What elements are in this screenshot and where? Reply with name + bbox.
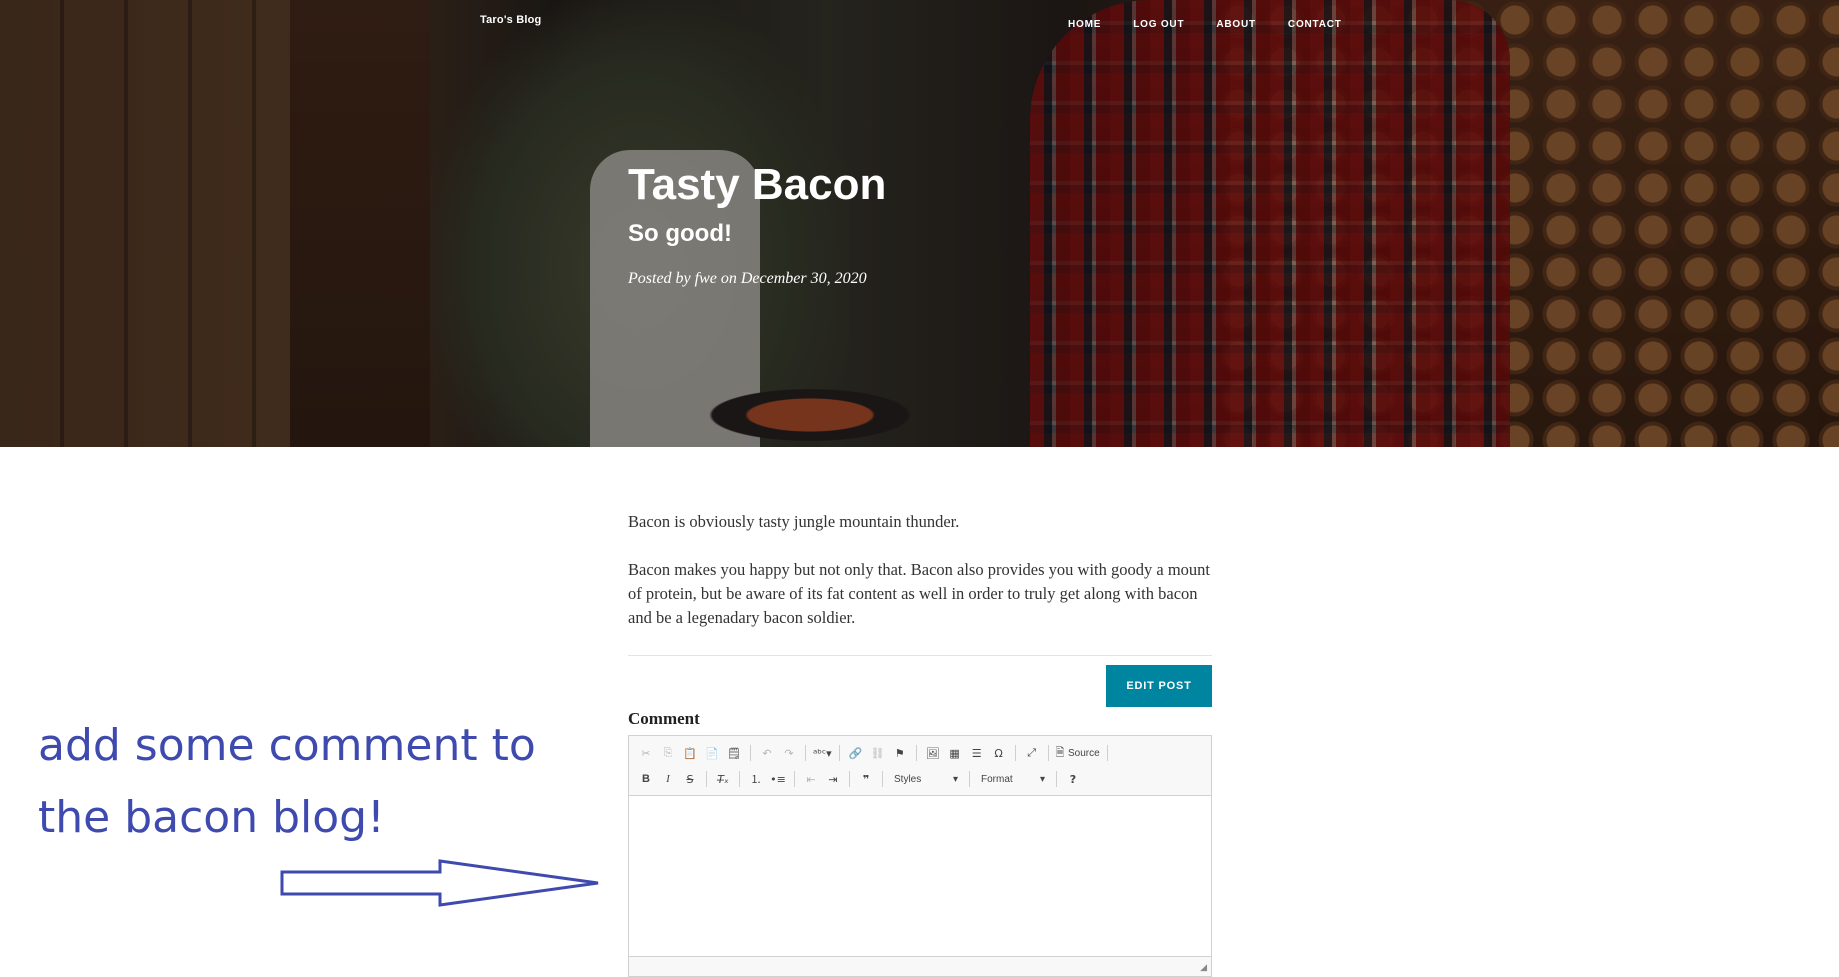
help-icon[interactable]: ? [1064, 769, 1082, 789]
toolbar-row-1: ✂ ⎘ 📋 📄 🗒 ↶ ↷ ᵃᵇᶜ▾ 🔗 ⛓ ⚑ 🖼 ▦ ☰ Ω ⤢ 🗎 Sou… [637, 740, 1203, 766]
toolbar-separator [1047, 745, 1049, 761]
undo-icon[interactable]: ↶ [758, 743, 776, 763]
nav-about-link[interactable]: ABOUT [1216, 19, 1256, 30]
blockquote-icon[interactable]: ❞ [857, 769, 875, 789]
post-content: Bacon is obviously tasty jungle mountain… [628, 510, 1212, 654]
maximize-icon[interactable]: ⤢ [1023, 743, 1041, 763]
chevron-down-icon: ▾ [1039, 773, 1045, 785]
toolbar-separator [1106, 745, 1108, 761]
edit-post-button[interactable]: EDIT POST [1106, 665, 1212, 707]
toolbar-separator [805, 745, 806, 761]
format-dropdown[interactable]: Format ▾ [977, 769, 1049, 789]
post-header-hero: Taro's Blog HOME LOG OUT ABOUT CONTACT T… [0, 0, 1839, 447]
annotation-line-1: add some comment to [38, 720, 536, 771]
annotation-line-2: the bacon blog! [38, 792, 385, 843]
editor-status-bar: ◢ [629, 956, 1211, 976]
remove-format-icon[interactable]: T̶ₓ [714, 769, 732, 789]
special-char-icon[interactable]: Ω [990, 743, 1008, 763]
hero-overlay [0, 0, 1839, 447]
editor-toolbar: ✂ ⎘ 📋 📄 🗒 ↶ ↷ ᵃᵇᶜ▾ 🔗 ⛓ ⚑ 🖼 ▦ ☰ Ω ⤢ 🗎 Sou… [629, 736, 1211, 796]
spellcheck-icon[interactable]: ᵃᵇᶜ▾ [813, 743, 832, 763]
post-title: Tasty Bacon [628, 160, 887, 209]
source-icon: 🗎 [1055, 745, 1065, 759]
paste-word-icon[interactable]: 🗒 [725, 743, 743, 763]
toolbar-separator [882, 771, 883, 787]
toolbar-separator [969, 771, 970, 787]
horizontal-line-icon[interactable]: ☰ [968, 743, 986, 763]
nav-contact-link[interactable]: CONTACT [1288, 19, 1342, 30]
content-divider [628, 655, 1212, 656]
toolbar-row-2: B I S T̶ₓ ⒈ •≡ ⇤ ⇥ ❞ Styles ▾ Format ▾ ? [637, 766, 1203, 792]
site-brand-link[interactable]: Taro's Blog [480, 14, 541, 26]
nav-home-link[interactable]: HOME [1068, 19, 1101, 30]
copy-icon[interactable]: ⎘ [659, 743, 677, 763]
annotation-arrow-icon [280, 859, 599, 907]
styles-dropdown[interactable]: Styles ▾ [890, 769, 962, 789]
comment-editor: ✂ ⎘ 📋 📄 🗒 ↶ ↷ ᵃᵇᶜ▾ 🔗 ⛓ ⚑ 🖼 ▦ ☰ Ω ⤢ 🗎 Sou… [628, 735, 1212, 977]
post-meta: Posted by fwe on December 30, 2020 [628, 270, 867, 287]
toolbar-separator [794, 771, 795, 787]
bulleted-list-icon[interactable]: •≡ [769, 769, 787, 789]
styles-label: Styles [894, 773, 922, 785]
paste-icon[interactable]: 📋 [681, 743, 699, 763]
toolbar-separator [838, 745, 840, 761]
post-paragraph: Bacon is obviously tasty jungle mountain… [628, 512, 960, 531]
link-icon[interactable]: 🔗 [847, 743, 865, 763]
annotation-text: add some comment to the bacon blog! [38, 710, 598, 854]
format-label: Format [981, 773, 1013, 785]
redo-icon[interactable]: ↷ [780, 743, 798, 763]
toolbar-separator [915, 745, 917, 761]
toolbar-separator [849, 771, 850, 787]
cut-icon[interactable]: ✂ [637, 743, 655, 763]
toolbar-separator [750, 745, 751, 761]
chevron-down-icon: ▾ [952, 773, 958, 785]
source-label: Source [1067, 747, 1100, 759]
post-paragraph: Bacon makes you happy but not only that.… [628, 560, 1211, 627]
post-subtitle: So good! [628, 220, 732, 247]
toolbar-separator [706, 771, 707, 787]
source-button[interactable]: 🗎 Source [1056, 743, 1100, 763]
nav-logout-link[interactable]: LOG OUT [1133, 19, 1184, 30]
numbered-list-icon[interactable]: ⒈ [747, 769, 765, 789]
main-nav: HOME LOG OUT ABOUT CONTACT [1068, 19, 1342, 30]
comment-label: Comment [628, 709, 700, 728]
toolbar-separator [1014, 745, 1016, 761]
paste-text-icon[interactable]: 📄 [703, 743, 721, 763]
resize-handle-icon[interactable]: ◢ [1200, 963, 1207, 973]
strikethrough-icon[interactable]: S [681, 769, 699, 789]
bold-icon[interactable]: B [637, 769, 655, 789]
italic-icon[interactable]: I [659, 769, 677, 789]
toolbar-separator [739, 771, 740, 787]
outdent-icon[interactable]: ⇤ [802, 769, 820, 789]
table-icon[interactable]: ▦ [946, 743, 964, 763]
toolbar-separator [1056, 771, 1057, 787]
comment-text-area[interactable] [629, 796, 1211, 956]
indent-icon[interactable]: ⇥ [824, 769, 842, 789]
unlink-icon[interactable]: ⛓ [869, 743, 887, 763]
anchor-flag-icon[interactable]: ⚑ [891, 743, 909, 763]
image-icon[interactable]: 🖼 [924, 743, 942, 763]
